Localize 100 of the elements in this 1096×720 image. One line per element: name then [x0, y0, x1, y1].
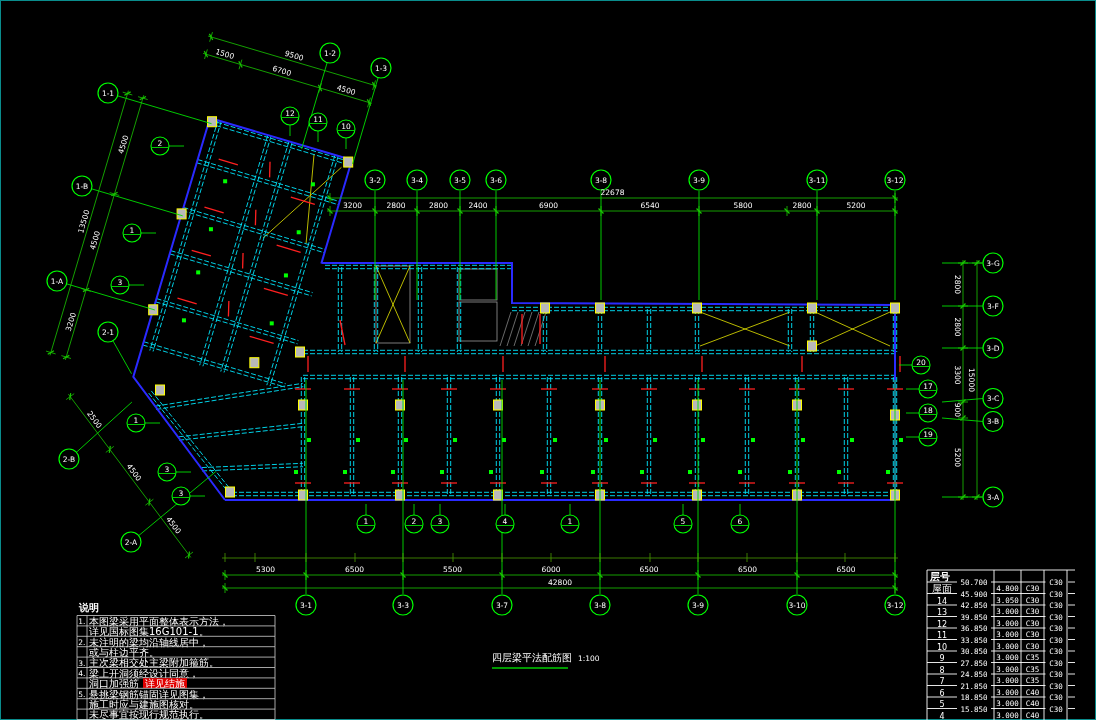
table-header: 层号: [930, 570, 950, 582]
leader-line: [128, 284, 145, 286]
leader-line: [439, 503, 441, 516]
column: [207, 116, 218, 128]
leader-line: [189, 495, 206, 497]
square-marker-icon: [294, 470, 298, 474]
column: [595, 399, 605, 411]
column: [890, 409, 900, 421]
column: [595, 302, 605, 314]
square-marker-icon: [899, 438, 903, 442]
floor-label: 10: [936, 642, 948, 652]
rebar-line: [591, 482, 609, 484]
rebar-line: [738, 388, 756, 390]
rebar-line: [640, 388, 658, 390]
rebar-line: [307, 355, 309, 373]
square-marker-icon: [181, 318, 186, 323]
column: [225, 486, 235, 498]
floor-label: 4: [939, 711, 945, 720]
rebar-line: [440, 388, 458, 390]
square-marker-icon: [343, 470, 347, 474]
leader-line: [682, 503, 684, 516]
rebar-line: [227, 300, 230, 318]
leader-line: [289, 124, 291, 137]
leader-line: [504, 503, 506, 516]
drawing-title: 四层梁平法配筋图: [492, 652, 572, 663]
rebar-line: [540, 388, 558, 390]
floor-label: 9: [939, 654, 945, 663]
column: [540, 302, 550, 314]
square-marker-icon: [850, 438, 854, 442]
note-text: 梁上开洞须经设计同意，: [89, 667, 199, 679]
column: [493, 489, 503, 501]
square-marker-icon: [489, 470, 493, 474]
rebar-line: [339, 319, 346, 346]
rebar-line: [788, 482, 806, 484]
floor-label: 5: [939, 700, 945, 709]
rebar-line: [268, 161, 271, 179]
rebar-line: [701, 355, 703, 373]
square-marker-icon: [738, 470, 742, 474]
leader-line: [413, 503, 415, 516]
column: [890, 489, 900, 501]
square-marker-icon: [208, 227, 213, 232]
square-marker-icon: [604, 438, 608, 442]
square-marker-icon: [653, 438, 657, 442]
column: [792, 399, 802, 411]
rebar-line: [886, 388, 904, 390]
note-text: 悬挑梁钢筋锚固详见图集，: [89, 688, 209, 700]
column: [493, 399, 503, 411]
column: [807, 302, 817, 314]
rebar-line: [502, 355, 504, 373]
column: [295, 346, 305, 358]
column: [395, 399, 405, 411]
floor-label: 11: [936, 631, 948, 640]
column: [249, 357, 260, 369]
rebar-line: [254, 209, 257, 226]
rebar-line: [191, 249, 212, 257]
rebar-line: [176, 297, 198, 305]
floor-label: 6: [939, 688, 945, 698]
rebar-line: [343, 482, 361, 484]
square-marker-icon: [269, 321, 274, 326]
leader-line: [569, 503, 571, 516]
rebar-line: [801, 355, 803, 373]
square-marker-icon: [453, 438, 457, 442]
rebar-line: [276, 244, 302, 253]
rebar-line: [249, 335, 275, 345]
rebar-line: [218, 158, 239, 166]
leader-line: [345, 137, 347, 150]
shaft-outline: [458, 301, 498, 342]
axis-line: [941, 417, 984, 422]
square-marker-icon: [440, 470, 444, 474]
rebar-line: [242, 252, 244, 270]
rebar-line: [263, 287, 289, 297]
floor-label: 12: [936, 619, 948, 629]
rebar-line: [294, 388, 312, 390]
leader-line: [365, 503, 367, 516]
floor-label: 7: [939, 677, 945, 686]
axis-line: [941, 305, 984, 307]
square-marker-icon: [356, 438, 360, 442]
square-marker-icon: [788, 470, 792, 474]
column: [395, 489, 405, 501]
rebar-line: [290, 196, 316, 205]
square-marker-icon: [688, 470, 692, 474]
square-marker-icon: [553, 438, 557, 442]
axis-line: [112, 340, 132, 375]
leader-line: [140, 232, 157, 234]
note-text: 施工时应与建施图核对。: [89, 698, 199, 710]
square-marker-icon: [404, 438, 408, 442]
rebar-line: [521, 313, 523, 345]
square-marker-icon: [223, 179, 228, 184]
leader-line: [898, 364, 913, 366]
rebar-line: [837, 388, 855, 390]
rebar-line: [899, 355, 901, 373]
column: [792, 489, 802, 501]
rebar-line: [688, 482, 706, 484]
leader-line: [739, 503, 741, 516]
column: [298, 399, 308, 411]
leader-line: [905, 388, 920, 390]
column: [692, 302, 702, 314]
square-marker-icon: [502, 438, 506, 442]
note-text: 未注明的梁均沿轴线居中，: [89, 636, 209, 648]
column: [148, 304, 159, 316]
